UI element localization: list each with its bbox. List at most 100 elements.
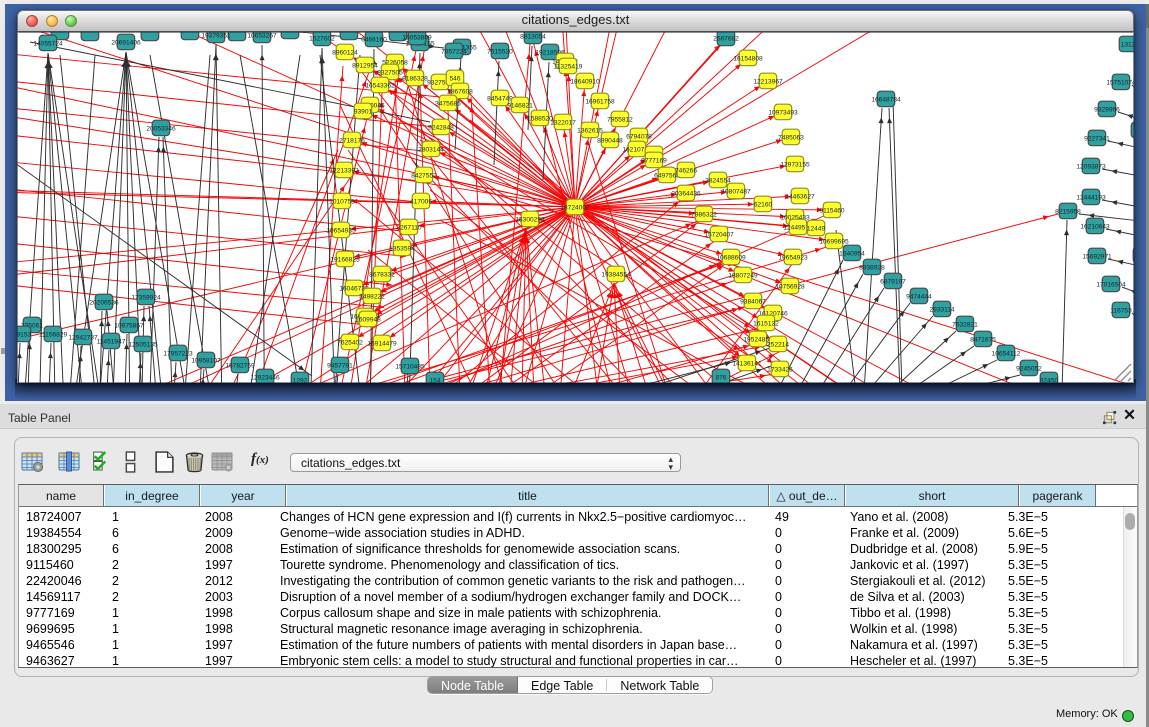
svg-text:6879197: 6879197	[880, 278, 906, 285]
svg-text:8454749: 8454749	[487, 95, 513, 102]
svg-text:3498222: 3498222	[359, 293, 385, 300]
svg-text:10958107: 10958107	[191, 357, 221, 364]
svg-text:8427552: 8427552	[411, 172, 437, 179]
svg-text:1362615: 1362615	[577, 127, 603, 134]
svg-text:8186328: 8186328	[402, 75, 428, 82]
svg-text:15720407: 15720407	[704, 231, 734, 238]
svg-text:20053346: 20053346	[146, 125, 176, 132]
svg-text:12449: 12449	[807, 225, 826, 232]
svg-text:252214: 252214	[767, 341, 789, 348]
svg-text:16543362: 16543362	[365, 82, 395, 89]
svg-text:92450: 92450	[1040, 377, 1059, 383]
svg-text:12505135: 12505135	[128, 341, 158, 348]
svg-text:12444193: 12444193	[1076, 194, 1106, 201]
svg-text:15751074: 15751074	[1106, 79, 1134, 86]
svg-text:8938928: 8938928	[859, 264, 885, 271]
svg-text:19654935: 19654935	[326, 227, 356, 234]
svg-text:1733426: 1733426	[767, 366, 793, 373]
svg-text:1640954: 1640954	[839, 250, 865, 257]
svg-text:2687682: 2687682	[713, 35, 739, 42]
svg-text:8990448: 8990448	[597, 137, 623, 144]
svg-text:746266: 746266	[675, 167, 697, 174]
svg-text:10654112: 10654112	[992, 350, 1021, 357]
svg-text:1292: 1292	[293, 377, 308, 383]
svg-text:15710485: 15710485	[395, 363, 425, 370]
svg-text:19166825: 19166825	[330, 256, 360, 263]
svg-text:39153: 39153	[17, 331, 31, 338]
svg-text:62160: 62160	[754, 201, 773, 208]
svg-text:17957223: 17957223	[163, 350, 193, 357]
svg-text:16961758: 16961758	[585, 98, 615, 105]
svg-text:14463627: 14463627	[785, 193, 815, 200]
svg-text:12942737: 12942737	[68, 334, 98, 341]
svg-text:7515520: 7515520	[487, 48, 513, 55]
svg-text:18724007: 18724007	[560, 204, 590, 211]
svg-text:9474444: 9474444	[906, 293, 932, 300]
svg-text:9457791: 9457791	[327, 362, 353, 369]
svg-text:1527602: 1527602	[309, 35, 335, 42]
svg-text:18640910: 18640910	[570, 78, 600, 85]
svg-text:6794078: 6794078	[626, 133, 652, 140]
svg-text:16648784: 16648784	[871, 96, 901, 103]
svg-text:8215958: 8215958	[1055, 208, 1081, 215]
svg-text:10975867: 10975867	[114, 322, 144, 329]
svg-text:1010755: 1010755	[329, 198, 355, 205]
svg-text:11451947: 11451947	[97, 338, 126, 345]
svg-text:154: 154	[429, 377, 440, 383]
svg-text:16053809: 16053809	[402, 34, 432, 41]
svg-text:16914479: 16914479	[367, 340, 397, 347]
svg-text:2933114: 2933114	[929, 306, 955, 313]
svg-text:7955812: 7955812	[607, 116, 633, 123]
svg-text:3824554: 3824554	[705, 177, 731, 184]
svg-text:3475685: 3475685	[435, 100, 461, 107]
svg-text:19379351: 19379351	[201, 32, 231, 39]
svg-text:12973155: 12973155	[780, 161, 810, 168]
svg-text:2803144: 2803144	[418, 146, 444, 153]
svg-text:1312: 1312	[1121, 41, 1134, 48]
svg-text:7986322: 7986322	[691, 211, 717, 218]
svg-text:17359924: 17359924	[131, 294, 161, 301]
svg-text:8678332: 8678332	[369, 271, 395, 278]
svg-text:15692971: 15692971	[1082, 253, 1112, 260]
svg-text:9384067: 9384067	[740, 298, 766, 305]
svg-text:9327505: 9327505	[377, 69, 403, 76]
svg-text:15300293: 15300293	[515, 216, 545, 223]
svg-text:12923446: 12923446	[250, 374, 280, 381]
svg-text:12213967: 12213967	[753, 78, 783, 85]
svg-text:9227341: 9227341	[1084, 135, 1110, 142]
svg-text:16210643: 16210643	[1080, 223, 1110, 230]
svg-text:8813054: 8813054	[520, 33, 546, 40]
svg-text:19384554: 19384554	[601, 271, 631, 278]
svg-text:2867608: 2867608	[447, 88, 473, 95]
svg-text:1322017: 1322017	[550, 119, 576, 126]
svg-text:10973493: 10973493	[768, 109, 798, 116]
svg-text:10653267: 10653267	[247, 32, 277, 39]
svg-text:20206536: 20206536	[89, 299, 119, 306]
svg-text:20364436: 20364436	[671, 190, 701, 197]
svg-text:7857224: 7857224	[441, 48, 467, 55]
svg-text:7625402: 7625402	[337, 339, 363, 346]
svg-text:9115460: 9115460	[819, 207, 845, 214]
svg-text:9777169: 9777169	[641, 157, 667, 164]
svg-text:14136141: 14136141	[732, 360, 762, 367]
svg-text:12093873: 12093873	[1076, 163, 1106, 170]
svg-text:20691406: 20691406	[111, 39, 141, 46]
svg-text:3267110: 3267110	[396, 224, 422, 231]
svg-text:16154808: 16154808	[733, 55, 763, 62]
svg-text:1353594: 1353594	[389, 245, 415, 252]
svg-text:6466160: 6466160	[361, 36, 387, 43]
svg-text:8471675: 8471675	[970, 336, 996, 343]
svg-text:10756928: 10756928	[775, 283, 805, 290]
svg-text:876: 876	[715, 374, 726, 381]
svg-text:19654923: 19654923	[778, 254, 808, 261]
svg-text:9146821: 9146821	[507, 102, 533, 109]
svg-text:8960124: 8960124	[332, 49, 358, 56]
svg-text:9245052: 9245052	[1016, 365, 1042, 372]
svg-text:10807487: 10807487	[721, 188, 751, 195]
svg-text:7485063: 7485063	[778, 134, 804, 141]
svg-text:17016504: 17016504	[1096, 281, 1126, 288]
svg-text:8912954: 8912954	[352, 62, 378, 69]
svg-text:16782759: 16782759	[225, 362, 255, 369]
svg-text:11156829: 11156829	[39, 331, 68, 338]
svg-text:9242848: 9242848	[428, 124, 454, 131]
